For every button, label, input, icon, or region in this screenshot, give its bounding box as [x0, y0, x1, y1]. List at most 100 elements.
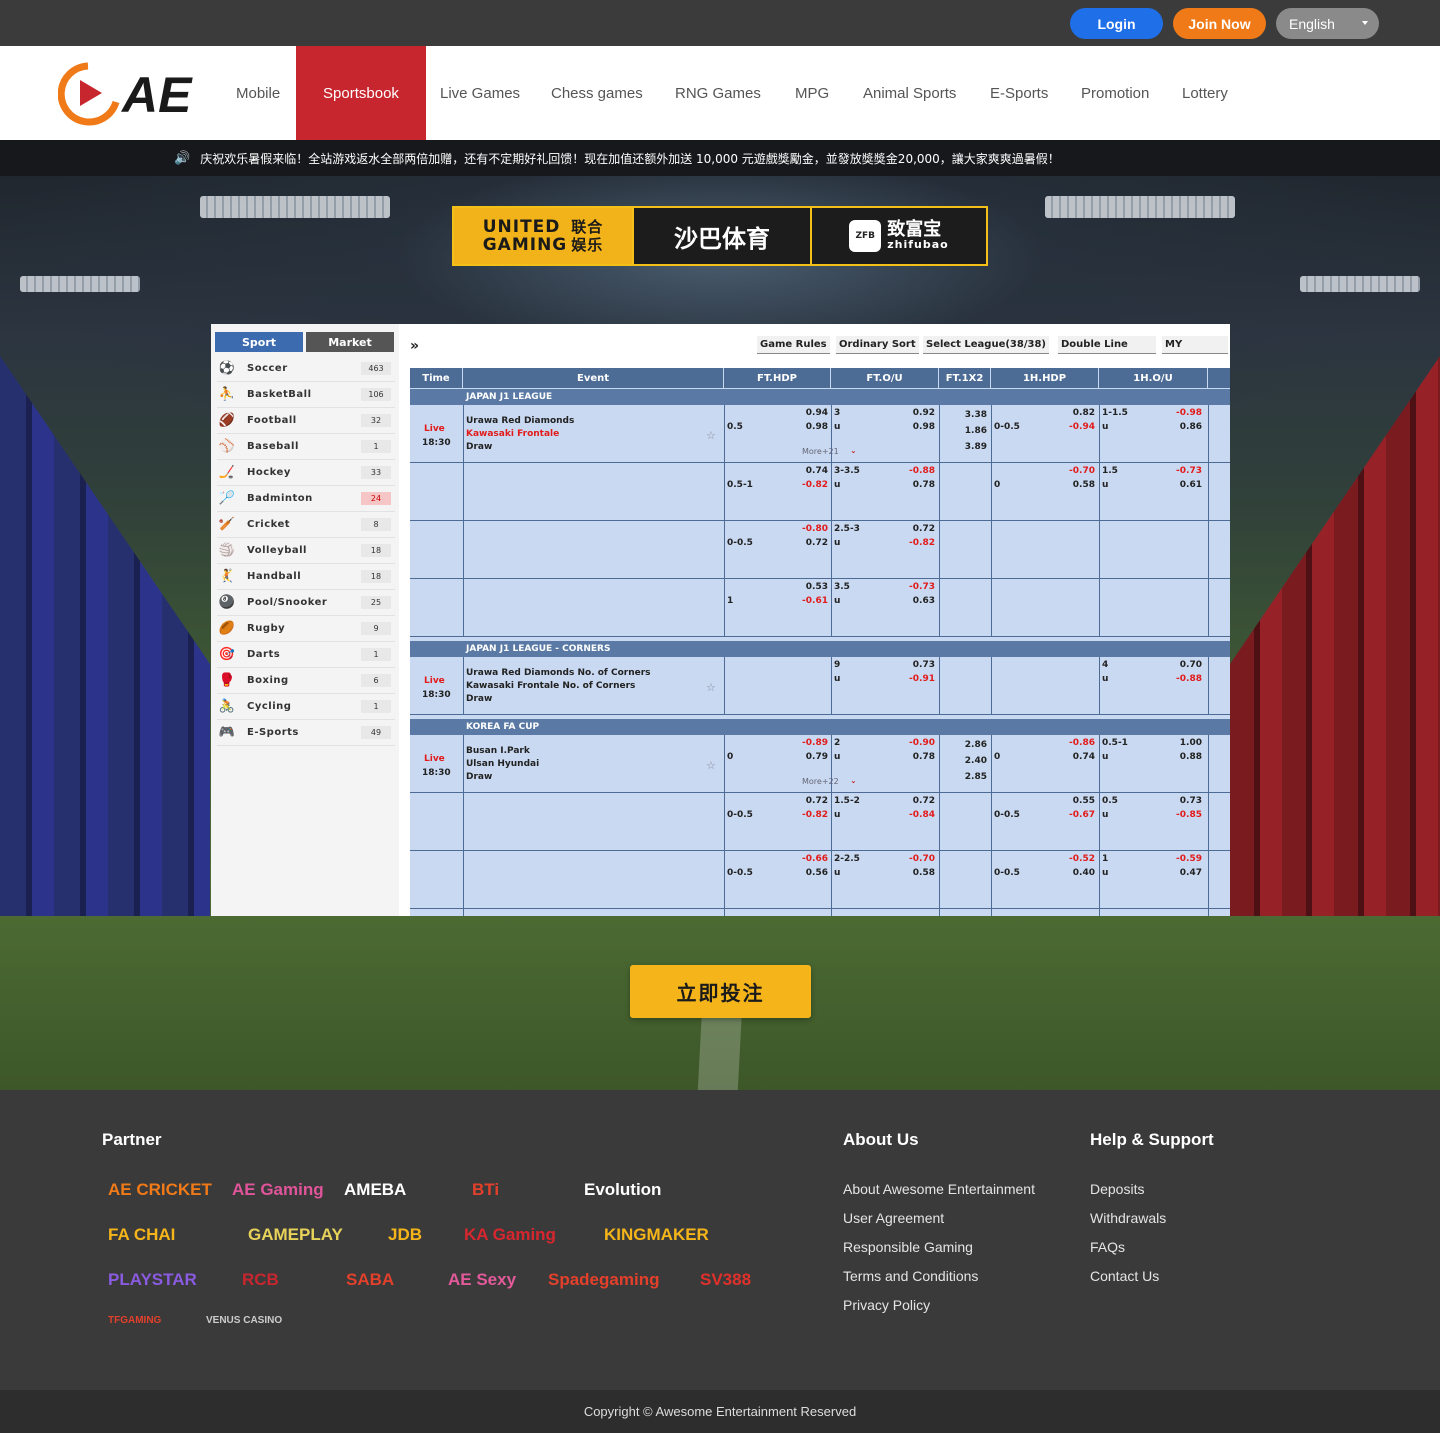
- more-markets-link[interactable]: More+22: [802, 777, 839, 786]
- 1h-ou-odds[interactable]: -0.85: [1150, 809, 1202, 822]
- 1h-hdp-odds[interactable]: -0.94: [1040, 421, 1095, 434]
- partner-logo[interactable]: Spadegaming: [544, 1270, 659, 1290]
- favorite-star-icon[interactable]: ☆: [706, 759, 716, 772]
- ft-hdp-odds[interactable]: -0.89: [780, 737, 828, 750]
- nav-sportsbook[interactable]: Sportsbook: [296, 46, 426, 140]
- partner-logo[interactable]: AE CRICKET: [104, 1180, 212, 1200]
- saba-sports-logo[interactable]: 沙巴体育: [632, 208, 810, 264]
- footer-link[interactable]: Responsible Gaming: [843, 1239, 973, 1255]
- 1h-ou-odds[interactable]: -0.98: [1150, 407, 1202, 420]
- sport-item[interactable]: 🥊 Boxing 6: [217, 668, 395, 694]
- partner-logo[interactable]: Evolution: [580, 1180, 661, 1200]
- footer-link[interactable]: Terms and Conditions: [843, 1268, 978, 1284]
- favorite-star-icon[interactable]: ☆: [706, 429, 716, 442]
- 1h-ou-odds[interactable]: 0.70: [1150, 659, 1202, 672]
- 1h-hdp-odds[interactable]: 0.55: [1040, 795, 1095, 808]
- ft-ou-odds[interactable]: -0.73: [880, 581, 935, 594]
- partner-logo[interactable]: AE Sexy: [444, 1270, 516, 1290]
- partner-logo[interactable]: JDB: [384, 1225, 422, 1245]
- 1h-ou-odds[interactable]: 0.86: [1150, 421, 1202, 434]
- nav-animal-sports[interactable]: Animal Sports: [863, 46, 956, 140]
- sport-item[interactable]: 🏏 Cricket 8: [217, 512, 395, 538]
- footer-link[interactable]: Withdrawals: [1090, 1210, 1166, 1226]
- partner-logo[interactable]: KA Gaming: [460, 1225, 556, 1245]
- footer-link[interactable]: Privacy Policy: [843, 1297, 930, 1313]
- game-rules-button[interactable]: Game Rules: [757, 336, 830, 354]
- sort-select[interactable]: Ordinary Sort: [836, 336, 919, 354]
- ft-hdp-odds[interactable]: 0.79: [780, 751, 828, 764]
- 1h-ou-odds[interactable]: 0.73: [1150, 795, 1202, 808]
- ft-hdp-odds[interactable]: -0.82: [780, 809, 828, 822]
- 1h-hdp-odds[interactable]: -0.70: [1040, 465, 1095, 478]
- partner-logo[interactable]: AE Gaming: [228, 1180, 324, 1200]
- nav-promotion[interactable]: Promotion: [1081, 46, 1149, 140]
- partner-logo[interactable]: GAMEPLAY: [244, 1225, 343, 1245]
- ft-ou-odds[interactable]: 0.58: [880, 867, 935, 880]
- partner-logo[interactable]: BTi: [468, 1180, 499, 1200]
- ft-ou-odds[interactable]: 0.78: [880, 479, 935, 492]
- 1h-hdp-odds[interactable]: 0.74: [1040, 751, 1095, 764]
- 1h-hdp-odds[interactable]: -0.86: [1040, 737, 1095, 750]
- footer-link[interactable]: FAQs: [1090, 1239, 1125, 1255]
- favorite-star-icon[interactable]: ☆: [706, 681, 716, 694]
- partner-logo[interactable]: FA CHAI: [104, 1225, 175, 1245]
- tab-market[interactable]: Market: [306, 332, 394, 352]
- partner-logo[interactable]: SV388: [696, 1270, 751, 1290]
- footer-link[interactable]: About Awesome Entertainment: [843, 1181, 1035, 1197]
- partner-logo[interactable]: KINGMAKER: [600, 1225, 709, 1245]
- 1h-ou-odds[interactable]: 0.61: [1150, 479, 1202, 492]
- ft-hdp-odds[interactable]: -0.61: [780, 595, 828, 608]
- partner-logo[interactable]: VENUS CASINO: [202, 1315, 282, 1326]
- 1h-ou-odds[interactable]: 0.88: [1150, 751, 1202, 764]
- united-gaming-logo[interactable]: UNITED GAMING 联合 娱乐: [454, 208, 632, 264]
- sport-item[interactable]: ⚽ Soccer 463: [217, 356, 395, 382]
- 1h-hdp-odds[interactable]: 0.40: [1040, 867, 1095, 880]
- sport-item[interactable]: ⚾ Baseball 1: [217, 434, 395, 460]
- 1h-ou-odds[interactable]: -0.59: [1150, 853, 1202, 866]
- sport-item[interactable]: 🎱 Pool/Snooker 25: [217, 590, 395, 616]
- join-now-button[interactable]: Join Now: [1173, 8, 1266, 39]
- ft-hdp-odds[interactable]: 0.53: [780, 581, 828, 594]
- 1h-hdp-odds[interactable]: 0.58: [1040, 479, 1095, 492]
- select-league-button[interactable]: Select League(38/38): [923, 336, 1049, 354]
- ae-logo[interactable]: AE: [57, 60, 198, 126]
- ft-ou-odds[interactable]: 0.73: [880, 659, 935, 672]
- 1h-ou-odds[interactable]: 1.00: [1150, 737, 1202, 750]
- sport-item[interactable]: 🏐 Volleyball 18: [217, 538, 395, 564]
- ft-hdp-odds[interactable]: 0.98: [780, 421, 828, 434]
- ft-hdp-odds[interactable]: 0.72: [780, 795, 828, 808]
- ft-ou-odds[interactable]: 0.63: [880, 595, 935, 608]
- sport-item[interactable]: 🏈 Football 32: [217, 408, 395, 434]
- sport-item[interactable]: 🎯 Darts 1: [217, 642, 395, 668]
- ft-hdp-odds[interactable]: -0.82: [780, 479, 828, 492]
- footer-link[interactable]: Deposits: [1090, 1181, 1144, 1197]
- ft-ou-odds[interactable]: 0.78: [880, 751, 935, 764]
- nav-mpg[interactable]: MPG: [795, 46, 829, 140]
- ft-ou-odds[interactable]: -0.82: [880, 537, 935, 550]
- ft-ou-odds[interactable]: -0.84: [880, 809, 935, 822]
- footer-link[interactable]: Contact Us: [1090, 1268, 1159, 1284]
- ft-ou-odds[interactable]: -0.91: [880, 673, 935, 686]
- ft-hdp-odds[interactable]: 0.72: [780, 537, 828, 550]
- sport-item[interactable]: 🏸 Badminton 24: [217, 486, 395, 512]
- zhifubao-logo[interactable]: ZFB 致富宝 zhifubao: [810, 208, 986, 264]
- footer-link[interactable]: User Agreement: [843, 1210, 944, 1226]
- nav-e-sports[interactable]: E-Sports: [990, 46, 1048, 140]
- nav-live-games[interactable]: Live Games: [440, 46, 520, 140]
- 1h-ou-odds[interactable]: 0.47: [1150, 867, 1202, 880]
- sport-item[interactable]: 🏒 Hockey 33: [217, 460, 395, 486]
- sport-item[interactable]: 🎮 E-Sports 49: [217, 720, 395, 746]
- more-markets-link[interactable]: More+21: [802, 447, 839, 456]
- 1h-ou-odds[interactable]: -0.73: [1150, 465, 1202, 478]
- language-select[interactable]: English: [1276, 8, 1379, 39]
- 1h-hdp-odds[interactable]: 0.82: [1040, 407, 1095, 420]
- ft-ou-odds[interactable]: -0.90: [880, 737, 935, 750]
- login-button[interactable]: Login: [1070, 8, 1163, 39]
- ft-ou-odds[interactable]: 0.98: [880, 421, 935, 434]
- ft-ou-odds[interactable]: -0.70: [880, 853, 935, 866]
- nav-mobile[interactable]: Mobile: [236, 46, 280, 140]
- sport-item[interactable]: 🏉 Rugby 9: [217, 616, 395, 642]
- ft-hdp-odds[interactable]: 0.74: [780, 465, 828, 478]
- 1h-hdp-odds[interactable]: -0.67: [1040, 809, 1095, 822]
- bet-now-button[interactable]: 立即投注: [630, 965, 811, 1018]
